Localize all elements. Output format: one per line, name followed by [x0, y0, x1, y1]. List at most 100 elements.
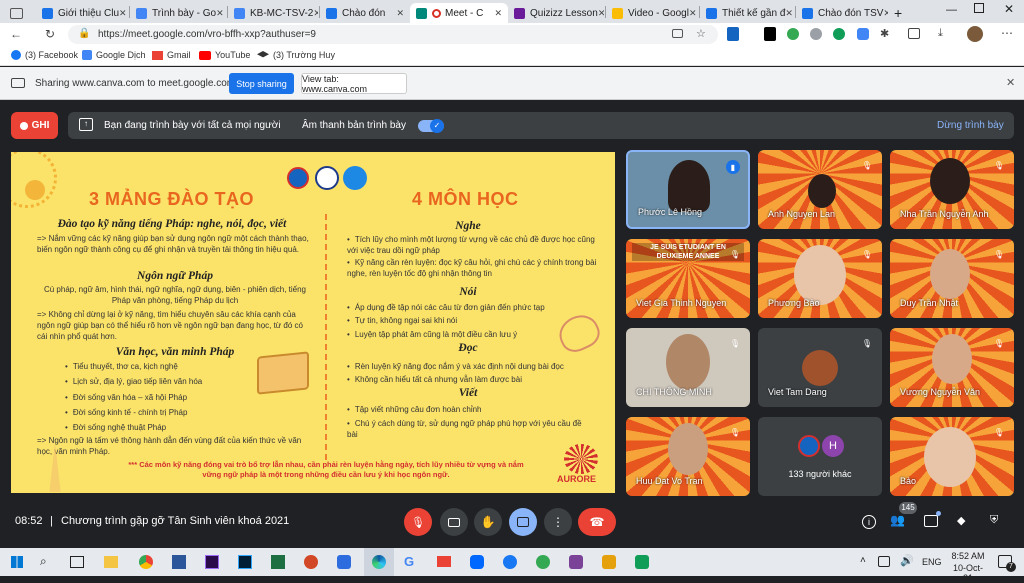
hand-icon: ✋	[480, 515, 496, 529]
minimize-button[interactable]: —	[946, 4, 957, 16]
close-icon[interactable]: ✕	[396, 8, 404, 19]
file-explorer-icon[interactable]	[104, 556, 118, 568]
app-icon[interactable]	[602, 555, 616, 569]
participant-tile[interactable]: 🎙 Bảo	[890, 417, 1014, 496]
chrome-icon[interactable]	[139, 555, 153, 569]
network-icon[interactable]	[878, 556, 890, 567]
participant-tile[interactable]: 🎙 Vương Nguyễn Văn	[890, 328, 1014, 407]
facebook-icon[interactable]	[503, 555, 517, 569]
tab-6[interactable]: Quizizz Lesson ✕	[508, 3, 604, 23]
activities-icon[interactable]: ◆	[957, 514, 971, 528]
raise-hand-button[interactable]: ✋	[474, 508, 502, 536]
collections-icon[interactable]	[908, 28, 920, 39]
close-icon[interactable]: ✕	[689, 8, 697, 19]
host-controls-icon[interactable]: ⛨	[990, 514, 1004, 528]
participant-tile[interactable]: 🎙 Viet Tam Dang	[758, 328, 882, 407]
extension-icon[interactable]	[857, 28, 869, 40]
app-icon[interactable]	[536, 555, 550, 569]
participant-tile[interactable]: 🎙 Duy Trần Nhật	[890, 239, 1014, 318]
download-icon[interactable]: ⤓	[938, 27, 943, 40]
star-icon[interactable]: ☆	[696, 27, 706, 40]
start-icon[interactable]	[11, 556, 23, 568]
bookmark-gmail[interactable]: Gmail	[152, 50, 191, 60]
powerpoint-icon[interactable]	[304, 555, 318, 569]
close-icon[interactable]: ✕	[1006, 76, 1015, 89]
tab-1[interactable]: Giới thiệu Clu ✕	[36, 3, 128, 23]
camera-button[interactable]	[440, 508, 468, 536]
close-icon[interactable]: ✕	[494, 8, 502, 19]
tab-meet-active[interactable]: Meet - C ✕	[410, 3, 508, 23]
more-options-button[interactable]: ⋮	[544, 508, 572, 536]
tab-9[interactable]: Chào đón TSV ✕	[796, 3, 888, 23]
tab-8[interactable]: Thiết kế gần đ ✕	[700, 3, 794, 23]
new-tab-button[interactable]: +	[888, 3, 908, 23]
participant-tile[interactable]: 🎙 CHI THÔNG MINH	[626, 328, 750, 407]
photoshop-icon[interactable]	[238, 555, 252, 569]
mic-off-button[interactable]: 🎙	[404, 508, 432, 536]
book-illustration	[257, 351, 309, 395]
extension-icon[interactable]	[810, 28, 822, 40]
edge-taskbar-button[interactable]	[364, 548, 394, 576]
close-icon[interactable]: ✕	[598, 8, 604, 19]
people-icon[interactable]: 👥	[890, 513, 910, 529]
language-indicator[interactable]: ENG	[922, 557, 942, 567]
present-button[interactable]	[509, 508, 537, 536]
participant-tile[interactable]: ▮ Phước Lê Hồng	[626, 150, 750, 229]
back-icon[interactable]: ←	[10, 27, 22, 41]
chevron-up-icon[interactable]: ˄	[860, 555, 866, 566]
tab-2[interactable]: Trình bày - Go ✕	[130, 3, 226, 23]
system-time[interactable]: 8:52 AM	[948, 551, 988, 561]
refresh-icon[interactable]: ↻	[45, 27, 55, 41]
stop-sharing-button[interactable]: Stop sharing	[229, 73, 294, 94]
tab-3[interactable]: KB-MC-TSV-2 ✕	[228, 3, 318, 23]
google-icon[interactable]: G	[404, 554, 414, 569]
participant-tile[interactable]: 🎙 Phương Bảo	[758, 239, 882, 318]
app-icon[interactable]	[635, 555, 649, 569]
volume-icon[interactable]: 🔊	[900, 554, 914, 567]
tab-4[interactable]: Chào đón ✕	[320, 3, 410, 23]
stop-presenting-button[interactable]: Dừng trình bày	[937, 120, 1004, 131]
profile-avatar[interactable]	[967, 26, 983, 42]
bookmark-truong-huy[interactable]: (3) Trường Huy	[257, 50, 335, 60]
system-date[interactable]: 10-Oct-21	[948, 563, 988, 583]
info-icon[interactable]: i	[862, 515, 876, 529]
leave-call-button[interactable]: ☎	[578, 508, 616, 536]
extension-icon[interactable]	[727, 27, 739, 41]
participant-tile[interactable]: 🎙 Nha Trần Nguyễn Anh	[890, 150, 1014, 229]
excel-icon[interactable]	[271, 555, 285, 569]
puzzle-icon[interactable]: ✱	[880, 27, 889, 40]
gmail-icon[interactable]	[437, 556, 451, 567]
maximize-button[interactable]	[974, 3, 984, 13]
close-icon[interactable]: ✕	[216, 8, 224, 19]
chat-icon[interactable]	[924, 515, 938, 527]
search-icon[interactable]: ⌕	[40, 554, 47, 569]
close-icon[interactable]: ✕	[313, 8, 318, 19]
extension-icon[interactable]	[787, 28, 799, 40]
bookmark-facebook[interactable]: (3) Facebook	[11, 50, 78, 60]
task-view-icon[interactable]	[70, 556, 84, 568]
tab-7[interactable]: Video - Googl ✕	[606, 3, 698, 23]
app-icon[interactable]	[569, 555, 583, 569]
bookmark-youtube[interactable]: YouTube	[199, 50, 250, 60]
menu-icon[interactable]: ⋯	[1001, 26, 1013, 40]
participant-tile[interactable]: JE SUIS ETUDIANT EN DEUXIEME ANNEE 🎙 Vie…	[626, 239, 750, 318]
audio-toggle[interactable]: ✓	[418, 119, 444, 133]
address-bar[interactable]: 🔒 https://meet.google.com/vro-bffh-xxp?a…	[68, 25, 718, 44]
extension-icon[interactable]	[764, 27, 776, 41]
close-window-button[interactable]: ✕	[1004, 2, 1014, 16]
tab-actions-button[interactable]	[0, 3, 34, 23]
bookmark-google-translate[interactable]: Google Dịch	[82, 50, 146, 60]
others-tile[interactable]: H 133 người khác	[758, 417, 882, 496]
zalo-icon[interactable]	[470, 555, 484, 569]
word-icon[interactable]	[172, 555, 186, 569]
close-icon[interactable]: ✕	[785, 8, 793, 19]
app-icon[interactable]	[337, 555, 351, 569]
premiere-icon[interactable]	[205, 555, 219, 569]
camera-icon[interactable]	[672, 29, 683, 38]
participant-tile[interactable]: 🎙 Huu Dat Vo Tran	[626, 417, 750, 496]
close-icon[interactable]: ✕	[119, 8, 127, 19]
extension-icon[interactable]	[833, 28, 845, 40]
participant-tile[interactable]: 🎙 Anh Nguyen Lan	[758, 150, 882, 229]
recording-button[interactable]: GHI	[11, 112, 58, 139]
view-tab-button[interactable]: View tab: www.canva.com	[301, 73, 407, 94]
